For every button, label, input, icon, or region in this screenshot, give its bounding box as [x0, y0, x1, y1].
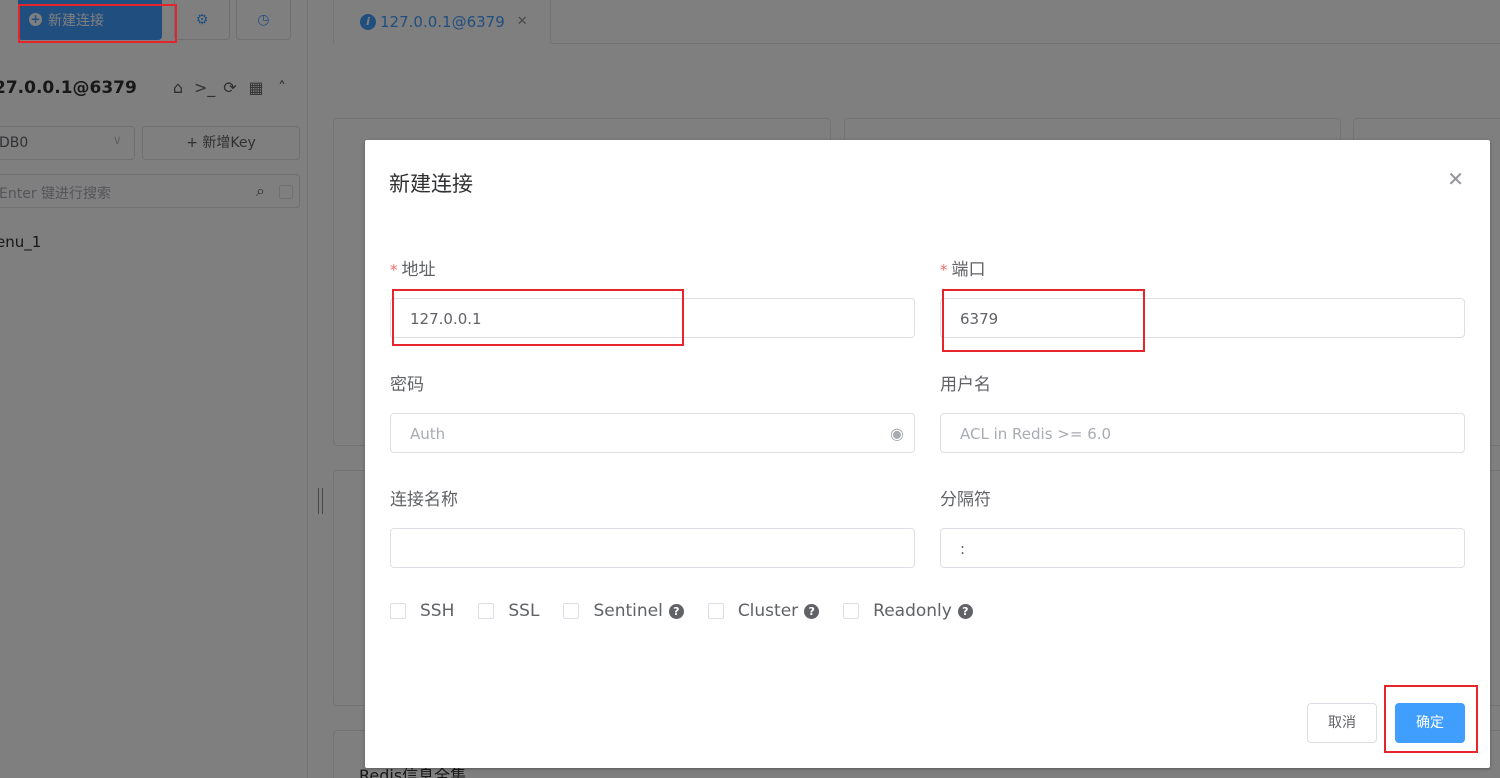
close-icon[interactable]: ✕	[1447, 168, 1464, 190]
connection-name-label: 连接名称	[390, 490, 458, 510]
port-label: * 端口	[940, 260, 986, 280]
highlight-box	[18, 4, 177, 43]
highlight-box	[1384, 685, 1478, 753]
password-input[interactable]: Auth ◉	[390, 413, 915, 453]
question-icon[interactable]: ?	[957, 603, 973, 619]
checkbox-box[interactable]	[843, 603, 860, 619]
question-icon[interactable]: ?	[668, 603, 684, 619]
options-checkboxes: SSH SSL Sentinel ? Cluster ? Readonly ?	[390, 601, 997, 621]
checkbox-box[interactable]	[390, 603, 406, 619]
address-label: * 地址	[390, 260, 436, 280]
eye-icon[interactable]: ◉	[890, 424, 904, 443]
readonly-checkbox[interactable]: Readonly ?	[843, 601, 973, 621]
dialog-title: 新建连接	[389, 172, 473, 196]
separator-input[interactable]: :	[940, 528, 1465, 568]
checkbox-box[interactable]	[707, 603, 724, 619]
question-icon[interactable]: ?	[804, 603, 820, 619]
checkbox-box[interactable]	[563, 603, 580, 619]
required-marker: *	[940, 261, 948, 279]
checkbox-box[interactable]	[478, 603, 495, 619]
ssl-checkbox[interactable]: SSL	[478, 601, 539, 621]
sentinel-checkbox[interactable]: Sentinel ?	[563, 601, 684, 621]
sentinel-label: Sentinel	[593, 601, 663, 621]
required-marker: *	[390, 261, 398, 279]
ssh-label: SSH	[420, 601, 455, 621]
ssh-checkbox[interactable]: SSH	[390, 601, 454, 621]
readonly-label: Readonly	[873, 601, 952, 621]
username-input[interactable]: ACL in Redis >= 6.0	[940, 413, 1465, 453]
password-label: 密码	[390, 375, 424, 395]
cancel-button[interactable]: 取消	[1307, 703, 1377, 743]
password-placeholder: Auth	[410, 425, 446, 443]
cluster-label: Cluster	[737, 601, 799, 621]
separator-label: 分隔符	[940, 490, 991, 510]
connection-name-input[interactable]	[390, 528, 915, 568]
highlight-box	[392, 289, 684, 346]
highlight-box	[942, 289, 1145, 352]
ssl-label: SSL	[508, 601, 540, 621]
username-label: 用户名	[940, 375, 991, 395]
cluster-checkbox[interactable]: Cluster ?	[707, 601, 820, 621]
new-connection-dialog: 新建连接 ✕ * 地址 127.0.0.1 * 端口 6379 密码 Auth ◉ …	[365, 140, 1490, 768]
